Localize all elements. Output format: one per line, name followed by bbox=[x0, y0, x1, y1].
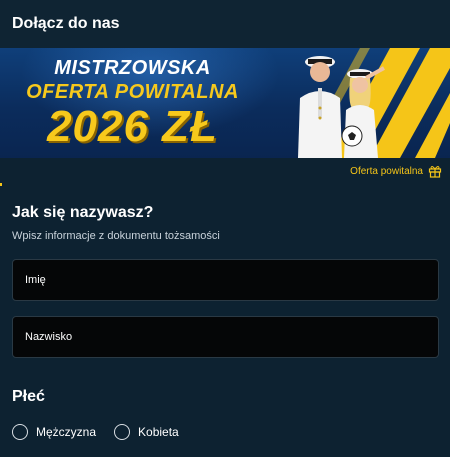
promo-banner[interactable]: MISTRZOWSKA OFERTA POWITALNA 2026 ZŁ bbox=[0, 48, 450, 158]
banner-line-2: OFERTA POWITALNA bbox=[26, 81, 239, 103]
gender-option-male-label: Mężczyzna bbox=[36, 425, 97, 439]
radio-button-female[interactable] bbox=[114, 424, 131, 440]
name-section-subtitle: Wpisz informacje z dokumentu tożsamości bbox=[12, 230, 220, 242]
first-name-placeholder: Imię bbox=[25, 274, 46, 286]
last-name-placeholder: Nazwisko bbox=[25, 331, 73, 343]
banner-people-image bbox=[298, 56, 385, 158]
registration-progress-fill bbox=[0, 183, 2, 186]
banner-headline: MISTRZOWSKA OFERTA POWITALNA 2026 ZŁ bbox=[0, 56, 265, 150]
welcome-offer-link[interactable]: Oferta powitalna bbox=[350, 166, 423, 177]
radio-button-male[interactable] bbox=[12, 424, 28, 440]
gender-option-female-label: Kobieta bbox=[138, 425, 179, 439]
gender-section-title: Płeć bbox=[12, 388, 45, 405]
banner-amount: 2026 ZŁ bbox=[47, 102, 218, 151]
gender-radio-group: Mężczyzna Kobieta bbox=[12, 424, 197, 440]
page-header: Dołącz do nas bbox=[0, 0, 450, 48]
gender-option-female[interactable]: Kobieta bbox=[114, 424, 179, 440]
welcome-offer-bar[interactable]: Oferta powitalna bbox=[0, 158, 450, 184]
last-name-field[interactable]: Nazwisko bbox=[12, 316, 439, 358]
gender-option-male[interactable]: Mężczyzna bbox=[12, 424, 96, 440]
banner-line-1: MISTRZOWSKA bbox=[54, 57, 211, 79]
registration-progress bbox=[0, 183, 450, 186]
first-name-field[interactable]: Imię bbox=[12, 259, 439, 301]
page-title: Dołącz do nas bbox=[12, 15, 120, 32]
gift-icon bbox=[428, 166, 442, 178]
name-section-title: Jak się nazywasz? bbox=[12, 204, 154, 221]
